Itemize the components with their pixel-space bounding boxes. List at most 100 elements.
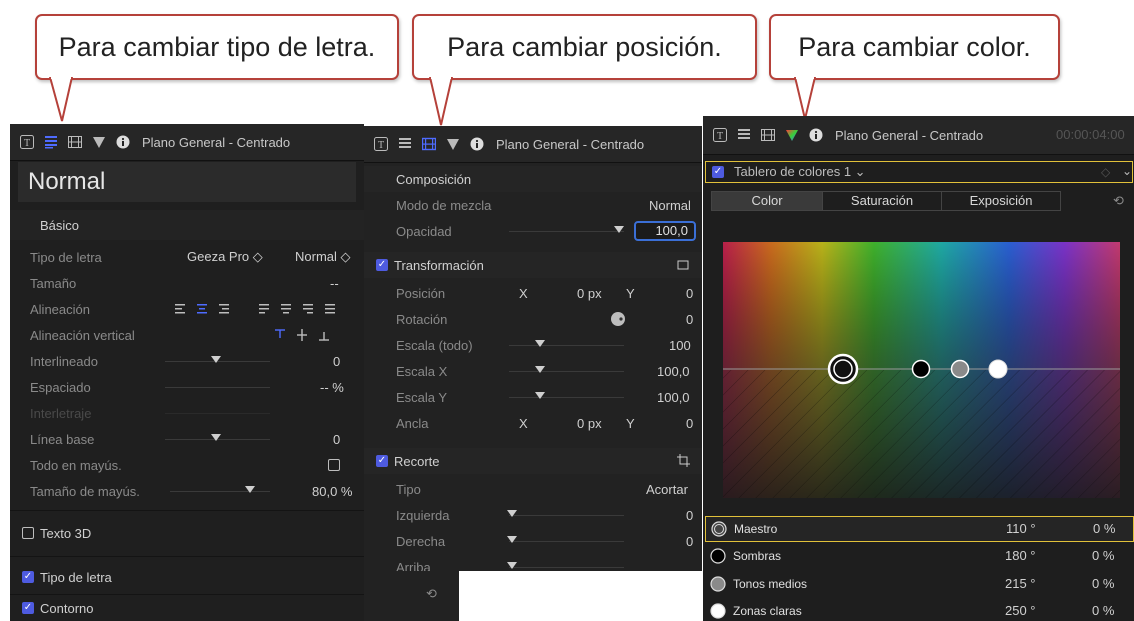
scale-y-slider[interactable] [509,397,624,398]
outline-checkbox[interactable]: ✓ [22,602,34,614]
opacity-field[interactable]: 100,0 [634,221,696,241]
leading-value[interactable]: 0 [333,354,340,369]
text-3d-section[interactable]: Texto 3D [10,518,364,548]
text-inspector-icon[interactable] [398,137,412,151]
crop-right-slider[interactable] [509,541,624,542]
tab-exposure[interactable]: Exposición [941,192,1060,210]
scale-x-value[interactable]: 100,0 [657,364,690,379]
crop-section[interactable]: ✓ Recorte [364,448,702,474]
info-inspector-icon[interactable] [470,137,484,151]
anchor-y-value[interactable]: 0 [686,416,693,431]
face-checkbox[interactable]: ✓ [22,571,34,583]
shadows-puck[interactable] [911,359,931,379]
info-inspector-icon[interactable] [809,128,823,142]
color-row[interactable]: Zonas claras 250 ° 0 % [705,600,1134,621]
scale-x-slider[interactable] [509,371,624,372]
color-row[interactable]: Sombras 180 ° 0 % [705,544,1134,570]
rotation-value[interactable]: 0 [686,312,693,327]
face-section[interactable]: ✓ Tipo de letra [10,562,364,592]
midtones-puck[interactable] [950,359,970,379]
highlights-percent[interactable]: 0 % [1092,603,1114,618]
reset-icon[interactable]: ⟲ [1113,193,1124,209]
crop-type-popup[interactable]: Acortar [646,482,688,497]
scale-all-slider[interactable] [509,345,624,346]
color-inspector-icon[interactable] [446,137,460,151]
style-preset[interactable]: Normal [18,162,356,202]
highlights-puck[interactable] [988,359,1008,379]
master-angle[interactable]: 110 ° [1006,521,1036,536]
alignment-buttons[interactable] [175,303,345,315]
opacity-slider-knob[interactable] [614,226,624,233]
scale-x-slider-knob[interactable] [535,366,545,373]
color-row[interactable]: Tonos medios 215 ° 0 % [705,572,1134,598]
crop-onscreen-icon[interactable] [677,454,690,467]
crop-checkbox[interactable]: ✓ [376,455,388,467]
scale-y-slider-knob[interactable] [535,392,545,399]
video-inspector-icon[interactable] [761,128,775,142]
outline-section[interactable]: ✓ Contorno [10,595,364,621]
crop-right-slider-knob[interactable] [507,536,517,543]
crop-top-slider-knob[interactable] [507,562,517,569]
crop-left-slider[interactable] [509,515,624,516]
transform-onscreen-icon[interactable] [677,259,689,271]
transform-section[interactable]: ✓ Transformación [364,252,702,278]
video-inspector-icon[interactable] [68,135,82,149]
master-puck[interactable] [827,353,859,385]
vertical-alignment-buttons[interactable] [275,328,345,342]
info-inspector-icon[interactable] [116,135,130,149]
anchor-x-value[interactable]: 0 px [577,416,602,431]
tracking-slider[interactable] [165,387,270,388]
basic-section-header[interactable]: Básico [10,210,364,240]
keyframe-icon[interactable]: ◇ [1101,165,1110,179]
color-board[interactable] [723,242,1120,498]
cap-size-value[interactable]: 80,0 % [312,484,352,499]
crop-top-slider[interactable] [509,567,624,568]
rotation-dial-icon[interactable] [610,311,626,327]
scale-all-value[interactable]: 100 [669,338,691,353]
leading-slider-knob[interactable] [211,356,221,363]
title-inspector-icon[interactable]: T [20,135,34,149]
crop-left-slider-knob[interactable] [507,510,517,517]
color-board-selector[interactable]: ✓ Tablero de colores 1 ⌄ ◇ ⌄ [705,161,1133,183]
crop-right-value[interactable]: 0 [686,534,693,549]
text-inspector-icon[interactable] [44,135,58,149]
video-inspector-icon[interactable] [422,137,436,151]
tab-color[interactable]: Color [712,192,822,210]
color-row[interactable]: Maestro 110 ° 0 % [705,516,1134,542]
tracking-value[interactable]: -- % [320,380,344,395]
text-inspector-icon[interactable] [737,128,751,142]
chevron-down-icon[interactable]: ⌄ [1122,164,1132,178]
title-inspector-icon[interactable]: T [713,128,727,142]
transform-checkbox[interactable]: ✓ [376,259,388,271]
font-weight-popup[interactable]: Normal ◇ [295,249,351,265]
font-family-popup[interactable]: Geeza Pro ◇ [187,249,263,265]
highlights-angle[interactable]: 250 ° [1005,603,1036,618]
crop-left-value[interactable]: 0 [686,508,693,523]
reset-icon[interactable]: ⟲ [426,586,437,602]
shadows-percent[interactable]: 0 % [1092,548,1114,563]
text-3d-checkbox[interactable] [22,527,34,539]
size-value[interactable]: -- [330,276,339,291]
tab-saturation[interactable]: Saturación [822,192,941,210]
position-x-value[interactable]: 0 px [577,286,602,301]
cap-size-slider-knob[interactable] [245,486,255,493]
cap-size-slider[interactable] [170,491,270,492]
baseline-value[interactable]: 0 [333,432,340,447]
scale-all-slider-knob[interactable] [535,340,545,347]
blend-mode-popup[interactable]: Normal [649,198,691,213]
composition-section[interactable]: Composición [364,166,702,192]
color-inspector-icon[interactable] [785,128,799,142]
midtones-percent[interactable]: 0 % [1092,576,1114,591]
baseline-slider-knob[interactable] [211,434,221,441]
opacity-slider[interactable] [509,231,624,232]
color-inspector-icon[interactable] [92,135,106,149]
shadows-angle[interactable]: 180 ° [1005,548,1036,563]
scale-y-value[interactable]: 100,0 [657,390,690,405]
position-y-value[interactable]: 0 [686,286,693,301]
color-board-name[interactable]: Tablero de colores 1 ⌄ [734,164,866,180]
title-inspector-icon[interactable]: T [374,137,388,151]
master-percent[interactable]: 0 % [1093,521,1115,536]
midtones-angle[interactable]: 215 ° [1005,576,1036,591]
color-board-checkbox[interactable]: ✓ [712,166,724,178]
all-caps-checkbox[interactable] [328,459,340,471]
